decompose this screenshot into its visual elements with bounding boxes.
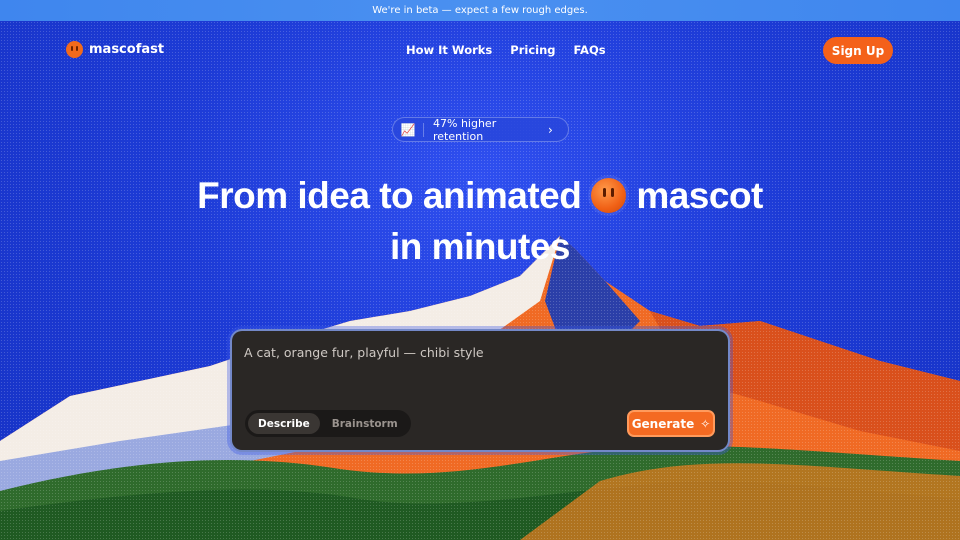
trending-chart-icon: 📈 xyxy=(400,122,416,137)
headline-part-2: mascot xyxy=(636,175,763,216)
mascot-face-icon xyxy=(591,178,627,213)
mascot-logo-icon xyxy=(66,41,83,58)
headline-line-2: in minutes xyxy=(389,226,571,267)
announcement-pill[interactable]: 📈 47% higher retention › xyxy=(392,116,569,143)
mascot-prompt-input[interactable] xyxy=(244,345,714,360)
top-nav: mascofast How It Works Pricing FAQs Sign… xyxy=(0,21,960,79)
brand-logo[interactable]: mascofast xyxy=(66,41,164,58)
brand-name: mascofast xyxy=(89,42,165,57)
mode-describe-button[interactable]: Describe xyxy=(248,413,320,434)
mode-toggle: Describe Brainstorm xyxy=(245,410,411,437)
sparkle-icon: ✧ xyxy=(700,416,711,431)
sign-up-button[interactable]: Sign Up xyxy=(823,37,893,64)
prompt-composer: Describe Brainstorm Generate ✧ xyxy=(230,329,730,452)
nav-link-faqs[interactable]: FAQs xyxy=(574,43,606,57)
announcement-text: 47% higher retention xyxy=(433,116,497,143)
hero-background xyxy=(0,21,960,540)
hero-headline: From idea to animated mascot in minutes xyxy=(0,170,960,272)
nav-links: How It Works Pricing FAQs xyxy=(406,43,606,57)
nav-link-pricing[interactable]: Pricing xyxy=(510,43,555,57)
headline-part-1: From idea to animated xyxy=(197,175,582,216)
beta-banner-text: We're in beta — expect a few rough edges… xyxy=(372,5,588,16)
generate-label: Generate xyxy=(631,416,695,431)
generate-button[interactable]: Generate ✧ xyxy=(627,410,715,437)
chevron-right-icon: › xyxy=(548,122,553,137)
mode-brainstorm-button[interactable]: Brainstorm xyxy=(322,413,408,434)
nav-link-how-it-works[interactable]: How It Works xyxy=(406,43,492,57)
beta-banner: We're in beta — expect a few rough edges… xyxy=(0,0,960,21)
